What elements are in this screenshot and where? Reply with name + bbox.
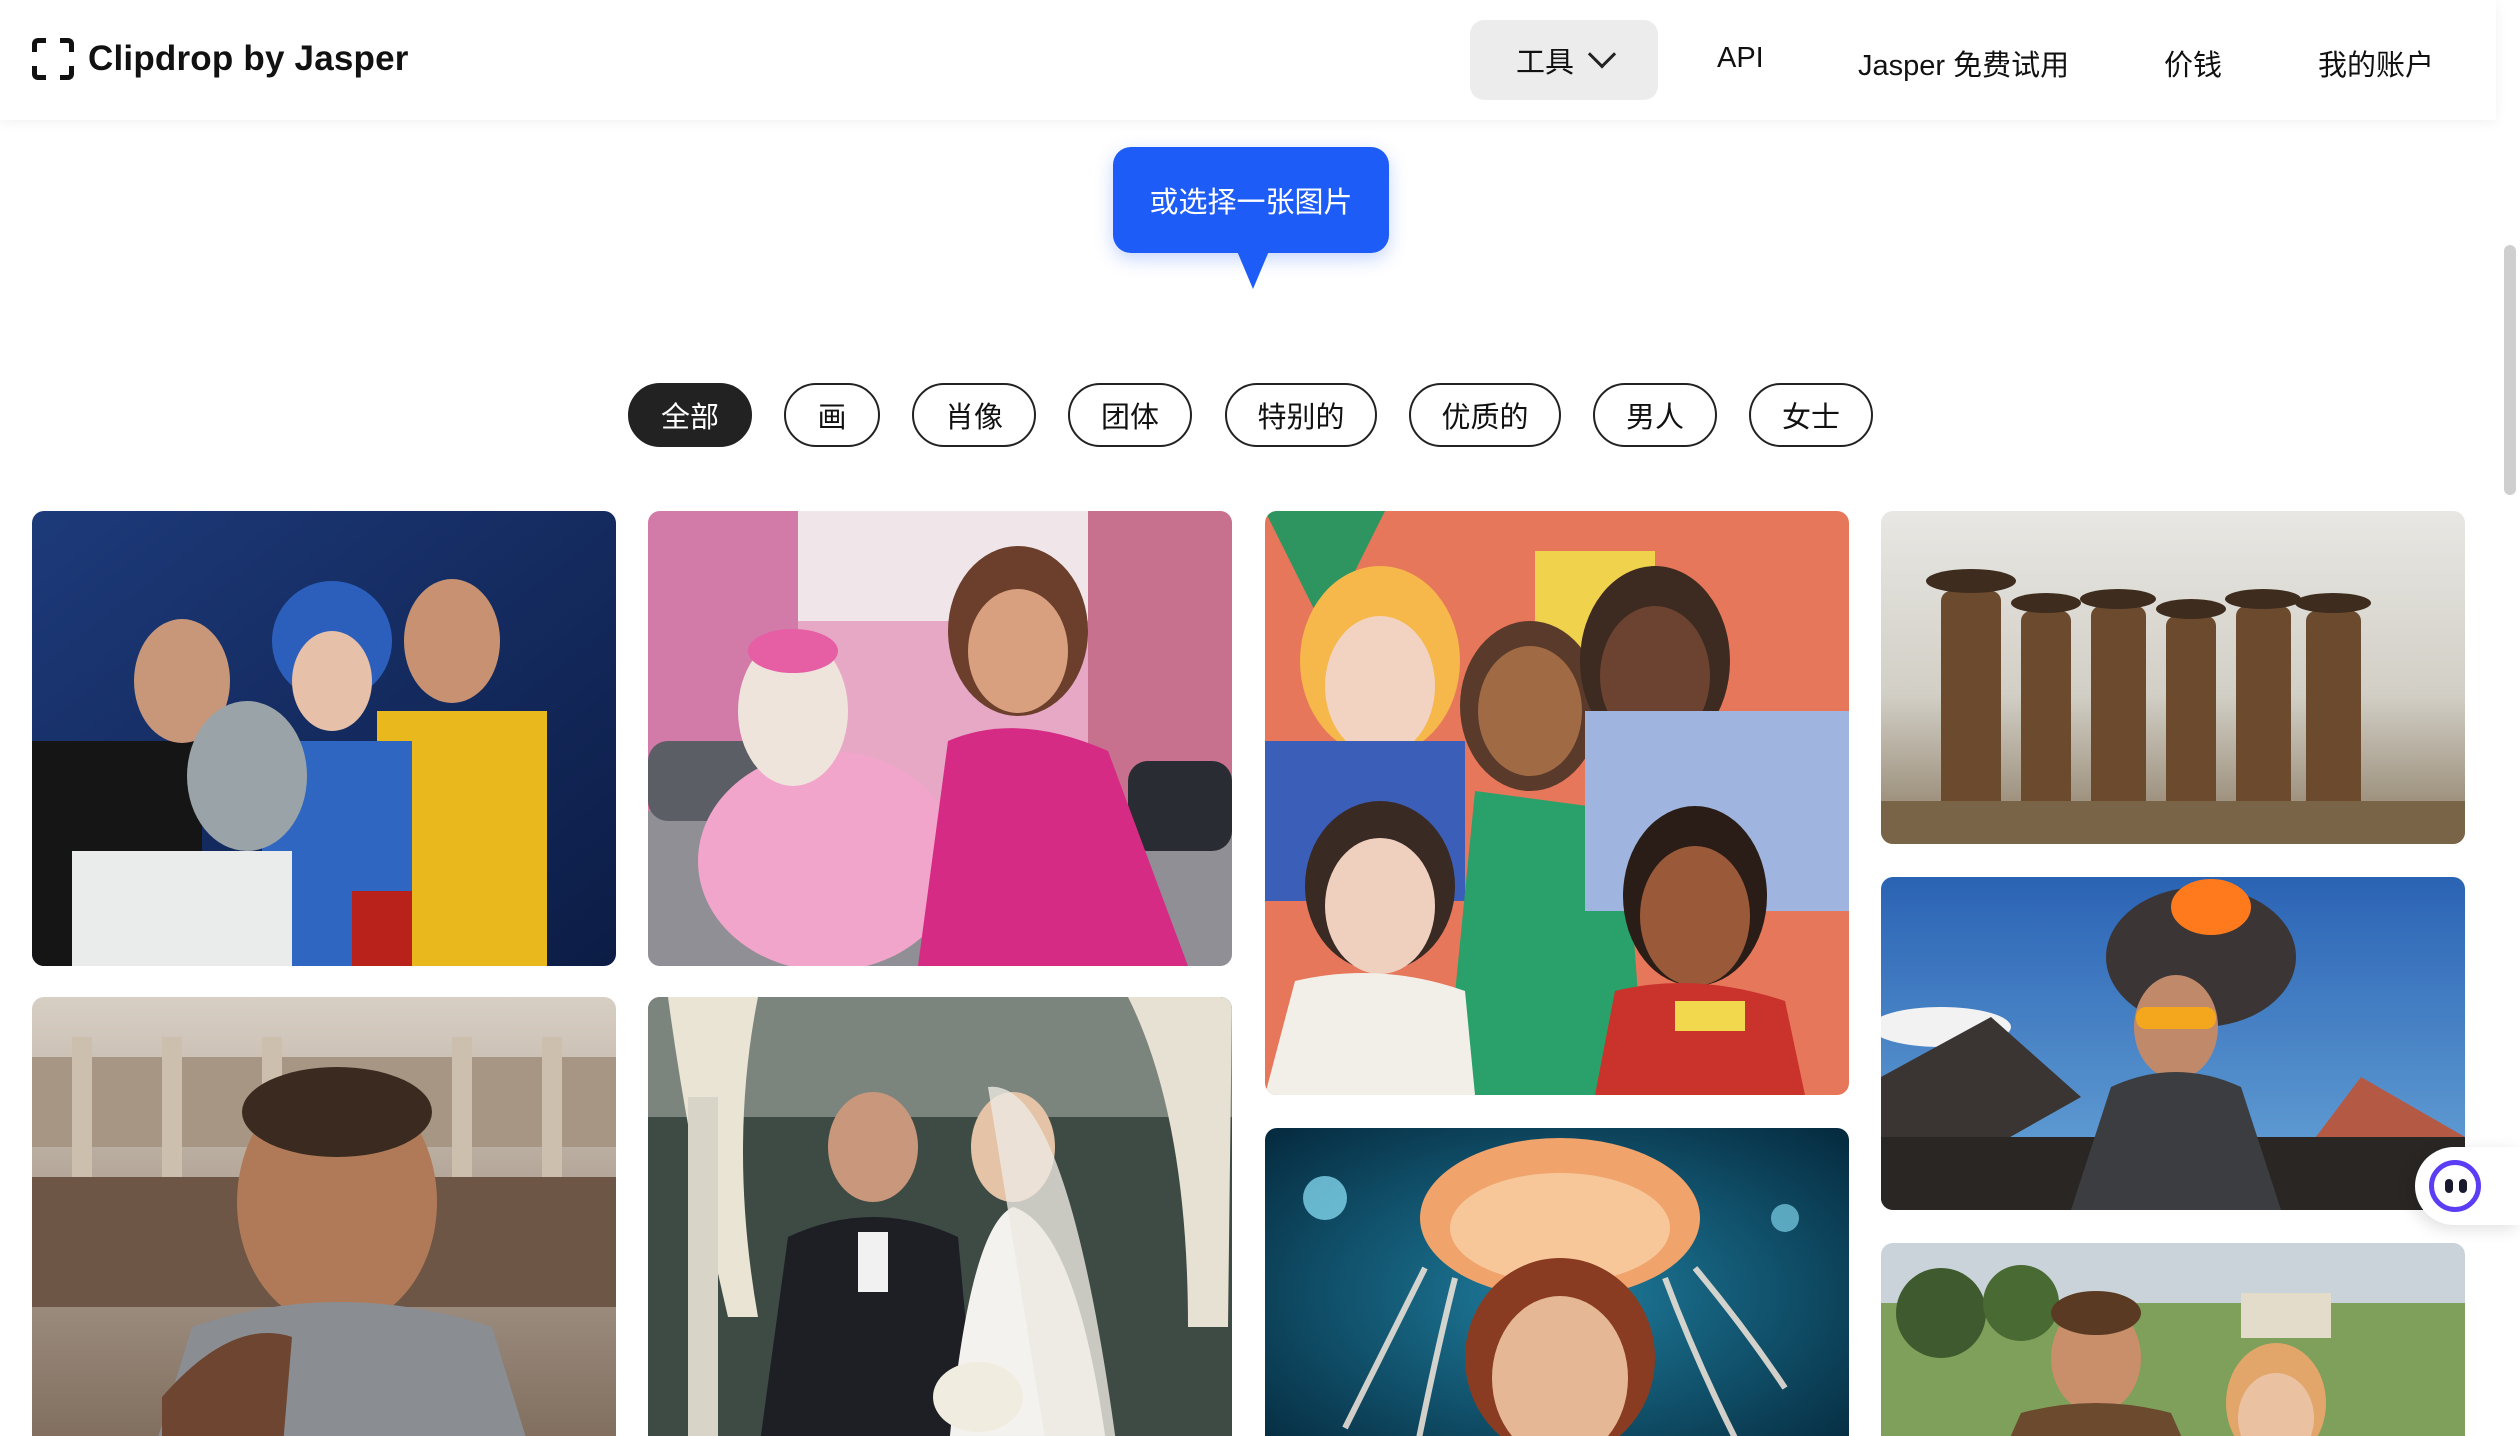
wedding-couple-icon [648,997,1232,1436]
category-filter-bar: 全部 画 肖像 团体 特别的 优质的 男人 女士 [0,383,2520,447]
tooltip-arrow [1237,251,1269,289]
gallery-image-volcano-selfie[interactable] [1881,877,2465,1210]
woman-with-jellyfish-hat-icon [1265,1128,1849,1436]
top-navigation-bar: Clipdrop by Jasper 工具 API Jasper 免费试用 价钱… [0,0,2496,120]
gladiator-portrait-icon [32,997,616,1436]
filter-chip-special[interactable]: 特别的 [1225,383,1377,447]
woman-with-pink-llama-icon [648,511,1232,966]
painted-group-portrait-icon [1265,511,1849,1095]
filter-chip-men[interactable]: 男人 [1593,383,1717,447]
chat-support-button[interactable] [2415,1147,2520,1225]
main-nav: 工具 [1470,20,1658,100]
choose-image-tooltip-button[interactable]: 或选择一张图片 [1113,147,1389,253]
filter-chip-women[interactable]: 女士 [1749,383,1873,447]
volcano-selfie-icon [1881,877,2465,1210]
gallery-image-cowboys[interactable] [1881,511,2465,844]
filter-chip-premium[interactable]: 优质的 [1409,383,1561,447]
gallery-image-retro-group[interactable] [32,511,616,966]
nav-link-my-account[interactable]: 我的账户 [2318,42,2434,84]
clipdrop-logo-icon [32,38,74,80]
man-and-woman-in-countryside-icon [1881,1243,2465,1436]
gallery-image-wedding[interactable] [648,997,1232,1436]
chevron-down-icon [1587,40,1617,69]
nav-link-pricing[interactable]: 价钱 [2164,42,2222,84]
page-scrollbar-thumb[interactable] [2504,245,2516,495]
gallery-image-countryside-couple[interactable] [1881,1243,2465,1436]
gallery-image-painted-group[interactable] [1265,511,1849,1095]
gallery-image-gladiator[interactable] [32,997,616,1436]
tools-menu-label: 工具 [1515,47,1574,79]
tools-menu-button[interactable]: 工具 [1470,20,1658,100]
filter-chip-painting[interactable]: 画 [784,383,880,447]
filter-chip-group[interactable]: 团体 [1068,383,1192,447]
retro-group-photo-icon [32,511,616,966]
nav-link-jasper-trial[interactable]: Jasper 免费试用 [1858,42,2069,84]
filter-chip-all[interactable]: 全部 [628,383,752,447]
nav-link-api[interactable]: API [1717,42,1764,75]
gallery-image-woman-llama[interactable] [648,511,1232,966]
gallery-image-jellyfish-woman[interactable] [1265,1128,1849,1436]
filter-chip-portrait[interactable]: 肖像 [912,383,1036,447]
brand-logo[interactable]: Clipdrop by Jasper [32,38,409,80]
chatbot-face-icon [2429,1160,2481,1212]
brand-name: Clipdrop by Jasper [88,39,409,78]
cowboys-group-photo-icon [1881,511,2465,844]
